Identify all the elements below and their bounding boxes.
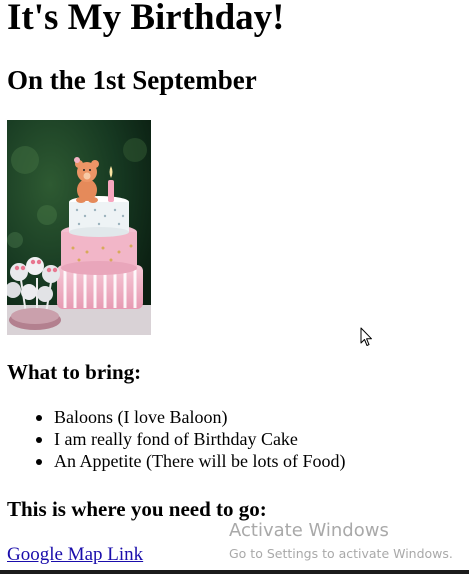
bullet-icon	[36, 459, 42, 465]
page-title: It's My Birthday!	[7, 0, 285, 38]
bring-heading: What to bring:	[7, 360, 142, 384]
birthday-cake-image	[7, 120, 151, 335]
watermark-subtitle: Go to Settings to activate Windows.	[229, 546, 453, 561]
bring-list: Baloons (I love Baloon) I am really fond…	[7, 406, 345, 472]
list-item-label: An Appetite (There will be lots of Food)	[54, 451, 346, 471]
list-item: I am really fond of Birthday Cake	[36, 428, 345, 450]
list-item-label: Baloons (I love Baloon)	[54, 407, 228, 427]
google-map-link[interactable]: Google Map Link	[7, 543, 143, 567]
bullet-icon	[36, 415, 42, 421]
directions-heading: This is where you need to go:	[7, 497, 267, 521]
activate-windows-watermark: Activate Windows Go to Settings to activ…	[229, 519, 453, 563]
page-subtitle: On the 1st September	[7, 65, 257, 95]
mouse-pointer-icon	[360, 327, 372, 346]
watermark-title: Activate Windows	[229, 520, 389, 541]
list-item: Baloons (I love Baloon)	[36, 406, 345, 428]
bullet-icon	[36, 437, 42, 443]
taskbar-edge	[0, 570, 469, 574]
list-item-label: I am really fond of Birthday Cake	[54, 429, 298, 449]
list-item: An Appetite (There will be lots of Food)	[36, 450, 346, 472]
